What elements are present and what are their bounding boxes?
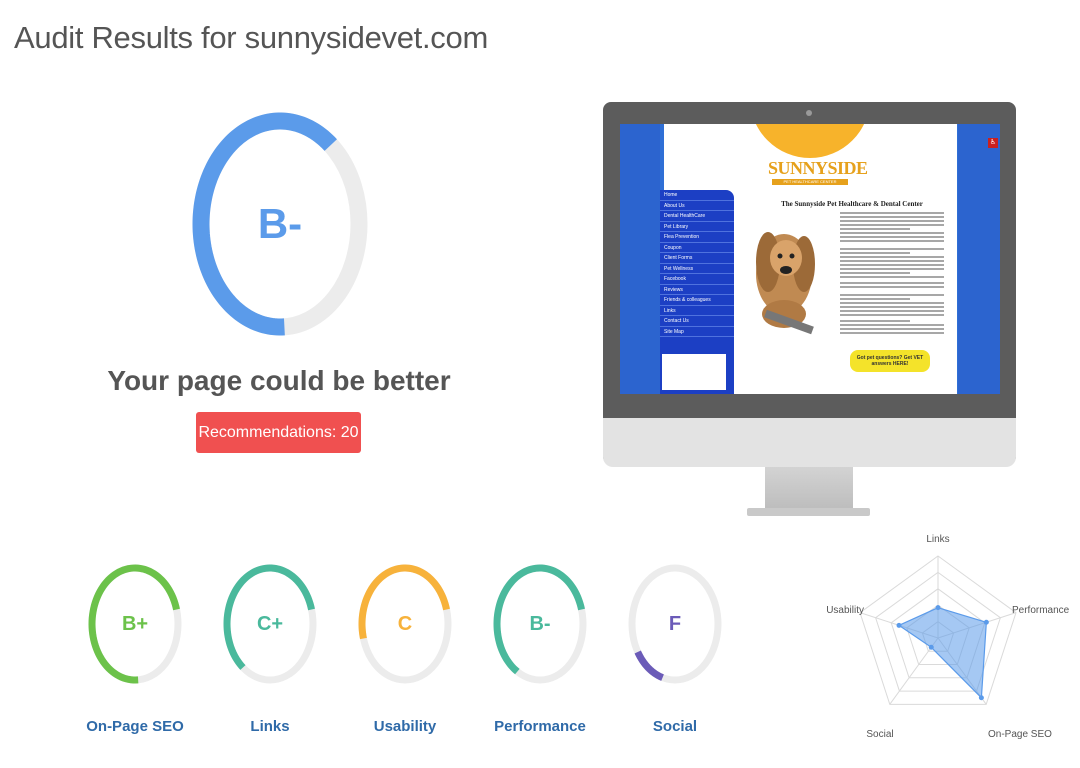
preview-nav-item: Pet Library [660,222,734,232]
radar-axis-label: On-Page SEO [988,729,1052,740]
preview-text-line [840,248,944,250]
preview-text-line [840,232,944,234]
category-label[interactable]: Usability [335,718,475,735]
category-grade: C [397,612,413,635]
preview-text-line [840,260,944,262]
recommendations-button[interactable]: Recommendations: 20 [196,412,361,453]
category-gauge: B+ [86,562,184,686]
preview-nav-item: Friends & colleagues [660,295,734,306]
category-label[interactable]: Social [605,718,745,735]
preview-text-line [840,320,910,322]
preview-text-line [840,310,944,312]
preview-login-box [662,354,726,390]
preview-text-line [840,220,944,222]
radar-data-area [897,607,987,700]
preview-text-line [840,314,944,316]
preview-page: SUNNYSIDE PET HEALTHCARE CENTER Home Abou… [660,124,957,394]
monitor-chin [603,418,1016,467]
category-grade: F [668,612,682,635]
monitor-stand [765,467,853,509]
preview-nav-item: Coupon [660,243,734,253]
radar-chart: Links Performance On-Page SEO Social Usabili… [826,534,1070,740]
preview-text-line [840,228,910,230]
preview-badge: Got pet questions? Get VET answers HERE! [850,350,930,372]
preview-nav-item: Site Map [660,327,734,337]
preview-left-sidebar [620,124,660,394]
category-gauge: F [626,562,724,686]
preview-text-line [840,306,944,308]
preview-text-line [840,298,910,300]
preview-nav-item: Home [660,190,734,201]
preview-text-line [840,224,944,226]
preview-text-line [840,256,944,258]
preview-right-sidebar: ♿ [958,124,1000,394]
category-grade: C+ [256,612,284,635]
preview-nav-item: Links [660,306,734,316]
category-grade: B- [529,612,551,635]
monitor-stand-base [747,508,870,516]
overall-grade-gauge: B- [190,110,370,338]
radar-axis-label: Usability [826,605,864,616]
camera-icon [806,110,812,116]
website-screenshot-preview: ♿ SUNNYSIDE PET HEALTHCARE CENTER Home Ab… [620,124,1000,394]
preview-nav-item: Flea Prevention [660,232,734,243]
preview-text-line [840,264,944,266]
overall-grade: B- [257,200,303,247]
preview-logo-sub: PET HEALTHCARE CENTER [772,179,848,185]
page-title: Audit Results for sunnysidevet.com [14,20,488,55]
category-gauge: C [356,562,454,686]
preview-nav-item: About Us [660,201,734,211]
preview-text-line [840,252,910,254]
preview-text-line [840,328,944,330]
radar-data-point [983,619,989,625]
preview-text-line [840,332,944,334]
preview-nav-item: Reviews [660,285,734,295]
preview-text-line [840,236,944,238]
category-label[interactable]: On-Page SEO [65,718,205,735]
grade-headline: Your page could be better [107,365,451,396]
wheelchair-icon: ♿ [988,138,998,148]
category-label[interactable]: Links [200,718,340,735]
preview-text-line [840,212,944,214]
category-grade: B+ [121,612,149,635]
preview-nav-item: Dental HealthCare [660,211,734,222]
preview-text-line [840,240,944,242]
preview-logo: SUNNYSIDE [768,158,868,178]
preview-sun-graphic [750,124,870,158]
preview-text-line [840,282,944,284]
radar-axis-label: Social [866,729,893,740]
radar-data-point [928,644,934,650]
preview-heading: The Sunnyside Pet Healthcare & Dental Ce… [781,200,923,208]
preview-text-line [840,268,944,270]
preview-nav-item: Facebook [660,274,734,285]
category-gauge: B- [491,562,589,686]
radar-axis-label: Links [926,534,949,545]
preview-nav-item: Contact Us [660,316,734,327]
preview-text-line [840,324,944,326]
dog-image [756,232,815,335]
preview-text-line [840,272,910,274]
preview-text-line [840,302,944,304]
preview-text-line [840,216,944,218]
preview-nav: Home About Us Dental HealthCare Pet Library… [660,190,734,394]
preview-text-line [840,286,944,288]
preview-nav-item: Client Forms [660,253,734,264]
radar-axis-label: Performance [1012,605,1070,616]
radar-data-point [978,695,984,701]
preview-nav-item: Pet Wellness [660,264,734,274]
preview-text-line [840,276,944,278]
category-gauge: C+ [221,562,319,686]
radar-data-point [896,622,902,628]
radar-data-point [935,605,941,611]
preview-text-line [840,294,944,296]
category-label[interactable]: Performance [470,718,610,735]
